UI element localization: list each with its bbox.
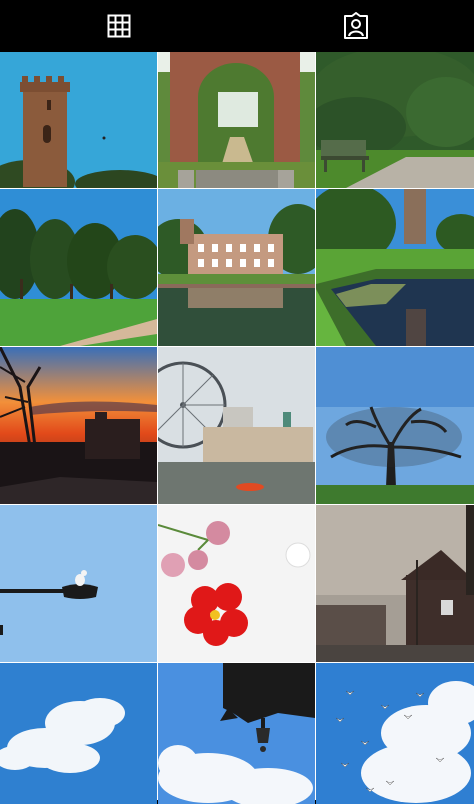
photo-tile-sunset[interactable]: [0, 347, 157, 504]
photo-tile-foggy-street[interactable]: [316, 505, 474, 662]
tab-posts-grid[interactable]: Posts grid: [0, 0, 237, 52]
photo-tile-pagoda-roof[interactable]: [158, 663, 315, 804]
photo-tile-stone-tower[interactable]: [0, 52, 157, 188]
london-eye-photo: [158, 347, 315, 504]
lily-pond-photo: [316, 189, 474, 346]
sunset-photo: [0, 347, 157, 504]
garden-archway-photo: [158, 52, 315, 188]
lone-oak-photo: [316, 347, 474, 504]
grid-icon: [107, 14, 130, 38]
photo-tile-birds-sky[interactable]: [316, 663, 474, 804]
tree-line-photo: [0, 189, 157, 346]
photo-tile-london-eye[interactable]: [158, 347, 315, 504]
photo-tile-bird-streetlamp[interactable]: [0, 505, 157, 662]
photo-tile-lily-pond[interactable]: [316, 189, 474, 346]
pagoda-roof-photo: [158, 663, 315, 804]
tab-tagged[interactable]: Tagged: [237, 0, 474, 52]
blue-sky-cloud-photo: [0, 663, 157, 804]
foggy-street-photo: [316, 505, 474, 662]
manor-reflection-photo: [158, 189, 315, 346]
photo-tile-lone-oak[interactable]: [316, 347, 474, 504]
photo-grid: [0, 52, 474, 804]
stone-tower-photo: [0, 52, 157, 188]
bird-streetlamp-photo: [0, 505, 157, 662]
park-bench-photo: [316, 52, 474, 188]
photo-tile-tree-line[interactable]: [0, 189, 157, 346]
photo-tile-garden-archway[interactable]: [158, 52, 315, 188]
birds-sky-photo: [316, 663, 474, 804]
photo-tile-red-flower[interactable]: [158, 505, 315, 662]
photo-tile-manor-reflection[interactable]: [158, 189, 315, 346]
photo-tile-park-bench[interactable]: [316, 52, 474, 188]
photo-tile-blue-sky-cloud[interactable]: [0, 663, 157, 804]
red-flower-photo: [158, 505, 315, 662]
tagged-person-icon: [343, 12, 368, 39]
profile-tab-bar: Posts grid Tagged: [0, 0, 474, 52]
